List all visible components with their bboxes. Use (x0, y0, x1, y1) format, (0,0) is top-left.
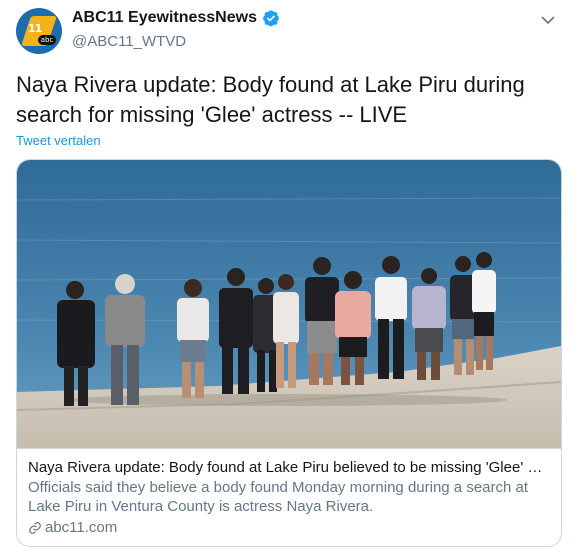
link-icon (28, 521, 42, 535)
tweet: 11 abc ABC11 EyewitnessNews @ABC11_WTVD … (0, 0, 576, 555)
chevron-down-icon[interactable] (538, 12, 558, 28)
card-body[interactable]: Naya Rivera update: Body found at Lake P… (17, 448, 561, 546)
verified-badge-icon (262, 9, 280, 27)
name-row: ABC11 EyewitnessNews (72, 9, 280, 27)
display-name[interactable]: ABC11 EyewitnessNews (72, 9, 257, 27)
tweet-text: Naya Rivera update: Body found at Lake P… (16, 72, 525, 127)
card-title: Naya Rivera update: Body found at Lake P… (28, 459, 548, 476)
handle[interactable]: @ABC11_WTVD (72, 33, 186, 50)
link-card[interactable]: Naya Rivera update: Body found at Lake P… (16, 159, 562, 547)
card-image[interactable] (17, 160, 561, 448)
translate-tweet-link[interactable]: Tweet vertalen (16, 133, 101, 148)
card-description: Officials said they believe a body found… (28, 479, 529, 515)
avatar-logo-abc: abc (38, 35, 56, 45)
avatar[interactable]: 11 abc (16, 8, 62, 54)
card-domain-text: abc11.com (45, 519, 118, 536)
card-domain: abc11.com (28, 518, 550, 537)
avatar-logo-number: 11 (28, 22, 42, 35)
